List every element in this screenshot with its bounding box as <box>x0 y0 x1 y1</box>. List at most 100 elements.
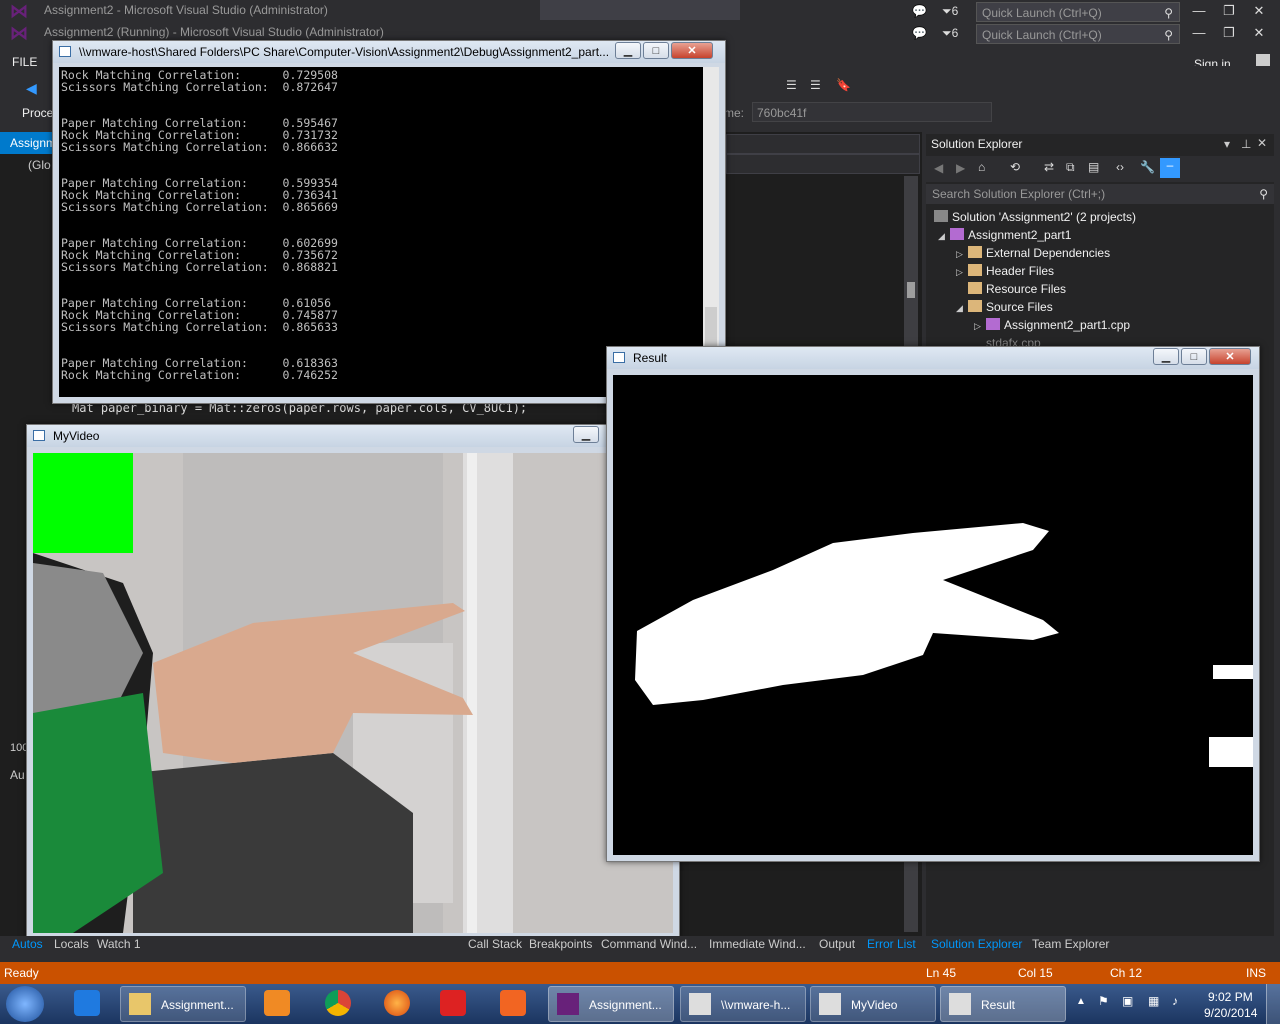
stack-frame-dropdown[interactable]: 760bc41f <box>752 102 992 122</box>
taskbar-button-result[interactable]: Result <box>940 986 1066 1022</box>
solidworks-icon[interactable] <box>440 990 466 1016</box>
bottom-tabs-bar: Autos Locals Watch 1 Call Stack Breakpoi… <box>0 936 1280 954</box>
feedback-icon[interactable]: 💬 <box>912 4 927 18</box>
sublime-icon[interactable] <box>500 990 526 1016</box>
restore-button[interactable]: ❐ <box>1216 0 1242 22</box>
maximize-button[interactable]: □ <box>1181 348 1207 365</box>
taskbar-button-console[interactable]: \\vmware-h... <box>680 986 806 1022</box>
scope-dropdown[interactable]: (Glo <box>28 158 51 172</box>
properties-icon[interactable]: 🔧 <box>1140 160 1155 174</box>
tree-item-label: Assignment2_part1.cpp <box>1004 318 1131 332</box>
tab-immediate-window[interactable]: Immediate Wind... <box>709 937 806 951</box>
volume-icon[interactable]: ♪ <box>1172 994 1178 1008</box>
tree-item-cpp-file[interactable]: ▷ Assignment2_part1.cpp <box>974 318 1130 332</box>
close-button[interactable]: ✕ <box>1209 348 1251 365</box>
chrome-icon[interactable] <box>325 990 351 1016</box>
folder-open-icon <box>968 300 982 312</box>
myvideo-window[interactable]: MyVideo ▁ <box>26 424 680 938</box>
navigate-back-icon[interactable]: ◀ <box>26 80 37 97</box>
tree-item-label: Header Files <box>986 264 1055 278</box>
notifications-flag[interactable]: ⏷6 <box>942 26 958 41</box>
minimize-button[interactable]: — <box>1186 22 1212 44</box>
member-dropdown-2[interactable] <box>726 154 920 174</box>
tab-error-list[interactable]: Error List <box>867 937 916 951</box>
align-icon-2[interactable]: ☰ <box>810 78 821 92</box>
device-icon[interactable]: ▣ <box>1122 994 1133 1008</box>
taskbar-label: Assignment... <box>161 998 234 1012</box>
tab-output[interactable]: Output <box>819 937 855 951</box>
tree-item-header-files[interactable]: ▷ Header Files <box>956 264 1054 278</box>
network-icon[interactable]: ▦ <box>1148 994 1159 1008</box>
notifications-flag[interactable]: ⏷6 <box>942 4 958 19</box>
feedback-icon[interactable]: 💬 <box>912 26 927 40</box>
scrollbar-thumb[interactable] <box>907 282 915 298</box>
result-title-bar[interactable]: Result ▁ □ ✕ <box>607 347 1259 369</box>
tree-item-label: Solution 'Assignment2' (2 projects) <box>952 210 1137 224</box>
tab-watch1[interactable]: Watch 1 <box>97 937 141 951</box>
restore-button[interactable]: ❐ <box>1216 22 1242 44</box>
myvideo-title-bar[interactable]: MyVideo ▁ <box>27 425 679 447</box>
tree-item-resource-files[interactable]: Resource Files <box>968 282 1066 296</box>
firefox-icon[interactable] <box>384 990 410 1016</box>
collapse-icon[interactable]: ⧉ <box>1066 160 1075 175</box>
project-icon <box>950 228 964 240</box>
tab-call-stack[interactable]: Call Stack <box>468 937 522 951</box>
home-icon[interactable]: ⌂ <box>978 160 985 174</box>
debug-toolbar-strip <box>540 0 740 20</box>
sync-icon[interactable]: ⇄ <box>1044 160 1054 174</box>
dropdown-icon[interactable]: ▾ <box>1224 137 1230 151</box>
minimize-button[interactable]: ▁ <box>615 42 641 59</box>
show-desktop-button[interactable] <box>1266 984 1280 1024</box>
status-ch: Ch 12 <box>1110 966 1143 980</box>
taskbar-button-explorer[interactable]: Assignment... <box>120 986 246 1022</box>
console-line: Scissors Matching Correlation: 0.865669 <box>61 200 338 214</box>
tree-item-project[interactable]: ◢ Assignment2_part1 <box>938 228 1071 242</box>
show-hidden-icons-arrow-icon[interactable]: ▲ <box>1076 996 1086 1007</box>
tree-item-solution[interactable]: Solution 'Assignment2' (2 projects) <box>934 210 1136 224</box>
minimize-button[interactable]: — <box>1186 0 1212 22</box>
maximize-button[interactable]: □ <box>643 42 669 59</box>
action-center-flag-icon[interactable]: ⚑ <box>1098 994 1109 1008</box>
forward-icon[interactable]: ▶ <box>956 161 965 175</box>
minimize-button[interactable]: ▁ <box>573 426 599 443</box>
view-code-icon[interactable]: ‹› <box>1116 160 1124 174</box>
clock-time[interactable]: 9:02 PM <box>1208 990 1253 1004</box>
preview-icon[interactable]: – <box>1160 158 1180 178</box>
bookmark-icon[interactable]: 🔖 <box>836 78 851 92</box>
tree-item-source-files[interactable]: ◢ Source Files <box>956 300 1053 314</box>
myvideo-title: MyVideo <box>53 429 100 443</box>
close-button[interactable]: ✕ <box>671 42 713 59</box>
tab-locals[interactable]: Locals <box>54 937 89 951</box>
taskbar-button-visual-studio[interactable]: Assignment... <box>548 986 674 1022</box>
close-button[interactable]: ✕ <box>1246 22 1272 44</box>
taskbar-label: MyVideo <box>851 998 898 1012</box>
tab-autos[interactable]: Autos <box>12 937 43 951</box>
back-icon[interactable]: ◀ <box>934 161 943 175</box>
media-player-icon[interactable] <box>264 990 290 1016</box>
status-ins: INS <box>1246 966 1267 980</box>
close-icon[interactable]: ✕ <box>1257 136 1267 150</box>
tab-solution-explorer[interactable]: Solution Explorer <box>931 937 1022 951</box>
history-icon[interactable]: ⟲ <box>1010 160 1020 174</box>
tab-breakpoints[interactable]: Breakpoints <box>529 937 592 951</box>
internet-explorer-icon[interactable] <box>74 990 100 1016</box>
result-window[interactable]: Result ▁ □ ✕ <box>606 346 1260 862</box>
pin-icon[interactable]: ⊥ <box>1241 137 1251 151</box>
tree-item-external-dependencies[interactable]: ▷ External Dependencies <box>956 246 1110 260</box>
editor-tab[interactable]: Assignm <box>0 132 60 154</box>
quick-launch-input[interactable]: Quick Launch (Ctrl+Q) ⚲ <box>976 2 1180 22</box>
close-button[interactable]: ✕ <box>1246 0 1272 22</box>
minimize-button[interactable]: ▁ <box>1153 348 1179 365</box>
tab-command-window[interactable]: Command Wind... <box>601 937 697 951</box>
clock-date[interactable]: 9/20/2014 <box>1204 1006 1257 1020</box>
quick-launch-input[interactable]: Quick Launch (Ctrl+Q) ⚲ <box>976 24 1180 44</box>
show-all-icon[interactable]: ▤ <box>1088 160 1099 174</box>
align-icon[interactable]: ☰ <box>786 78 797 92</box>
tab-team-explorer[interactable]: Team Explorer <box>1032 937 1109 951</box>
member-dropdown[interactable] <box>726 134 920 154</box>
solution-explorer-search[interactable]: Search Solution Explorer (Ctrl+;) ⚲ <box>926 184 1274 204</box>
console-title-bar[interactable]: \\vmware-host\Shared Folders\PC Share\Co… <box>53 41 725 63</box>
taskbar-button-myvideo[interactable]: MyVideo <box>810 986 936 1022</box>
frame-label: me: <box>724 106 745 120</box>
start-button[interactable] <box>6 986 44 1022</box>
